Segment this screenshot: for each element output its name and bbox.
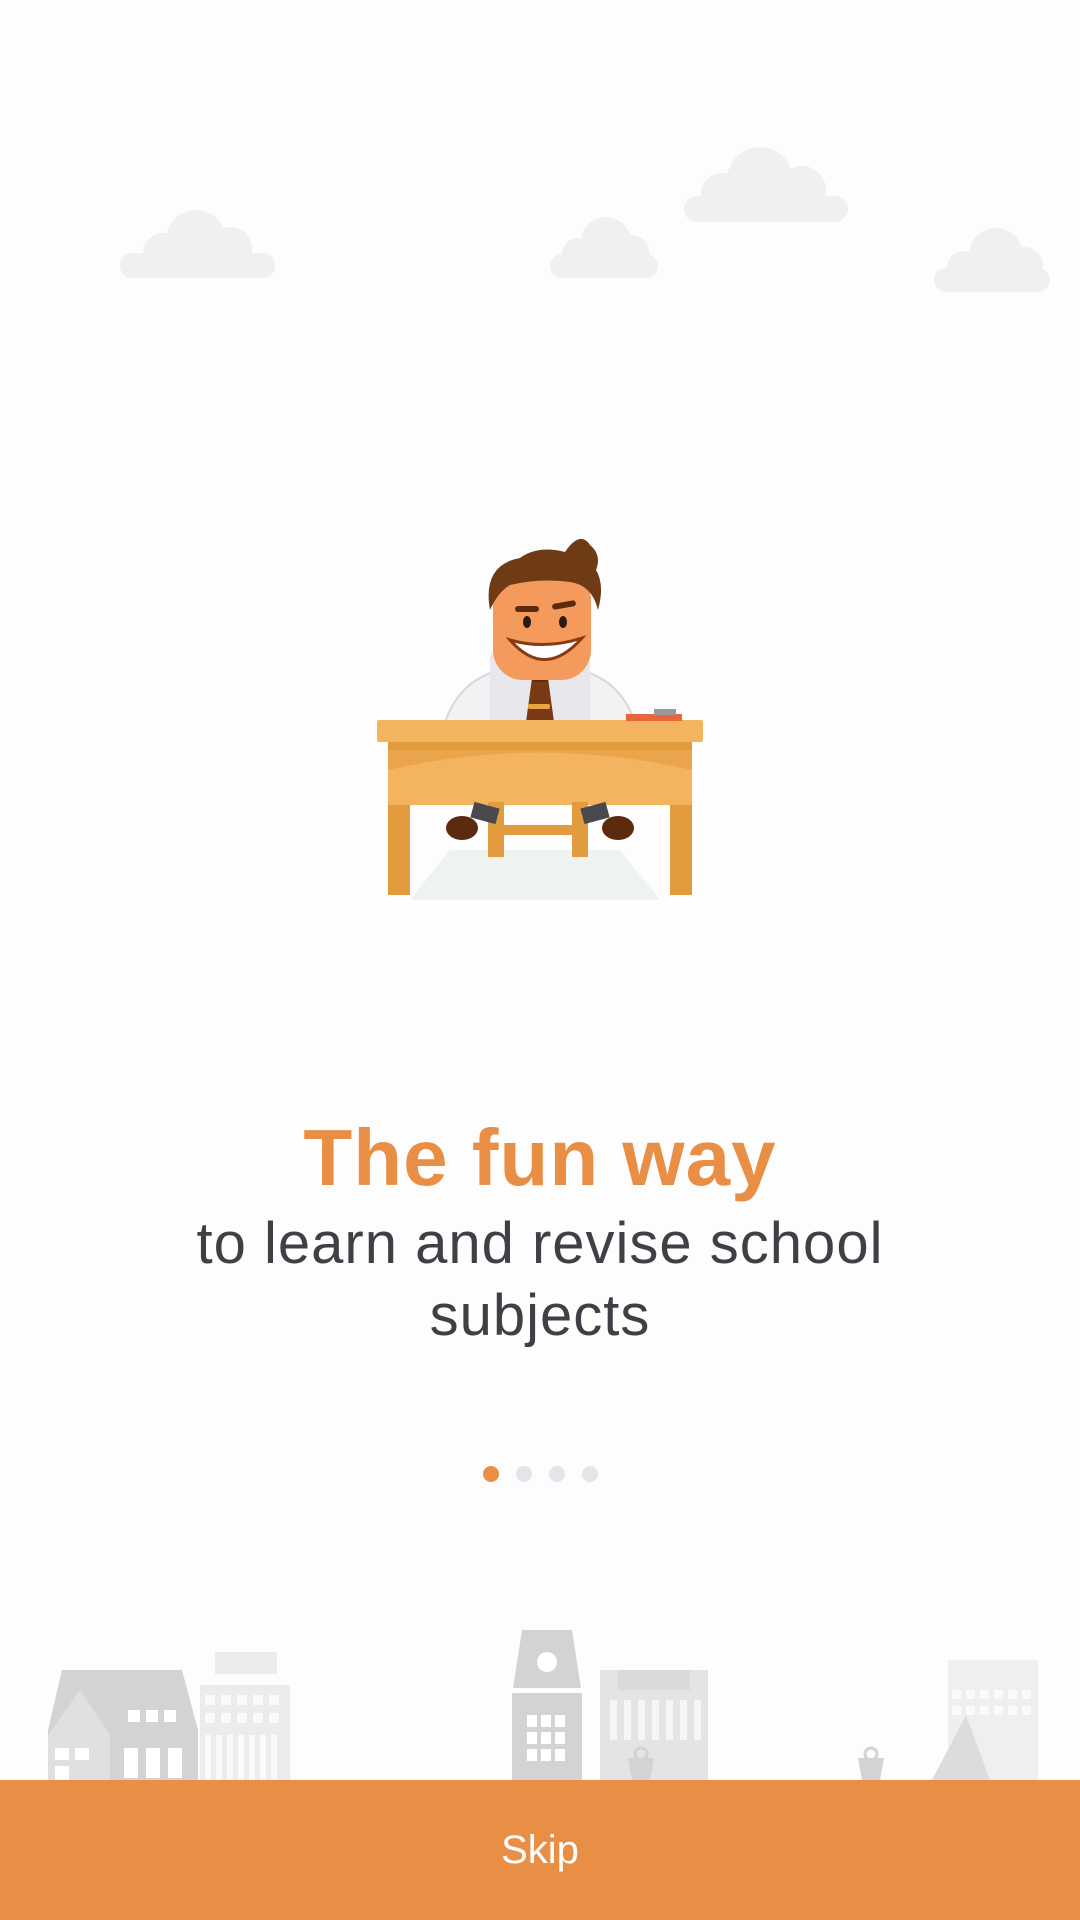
onboarding-headline: The fun way: [303, 1113, 777, 1202]
cloud-icon: [684, 147, 848, 222]
page-dot[interactable]: [548, 1466, 565, 1482]
page-dot[interactable]: [515, 1466, 532, 1482]
page-indicator: [0, 1466, 1080, 1482]
page-dot[interactable]: [581, 1466, 598, 1482]
skip-button[interactable]: Skip: [0, 1780, 1080, 1920]
teacher-at-desk-illustration: [377, 538, 703, 900]
page-dot-active[interactable]: [482, 1466, 499, 1482]
cloud-icon: [550, 217, 658, 278]
cloud-icon: [120, 210, 275, 278]
skip-label: Skip: [501, 1827, 579, 1872]
onboarding-subline: to learn and revise school subjects: [196, 1211, 884, 1348]
cloud-icon: [934, 228, 1050, 292]
city-skyline-illustration: [48, 1630, 1038, 1780]
